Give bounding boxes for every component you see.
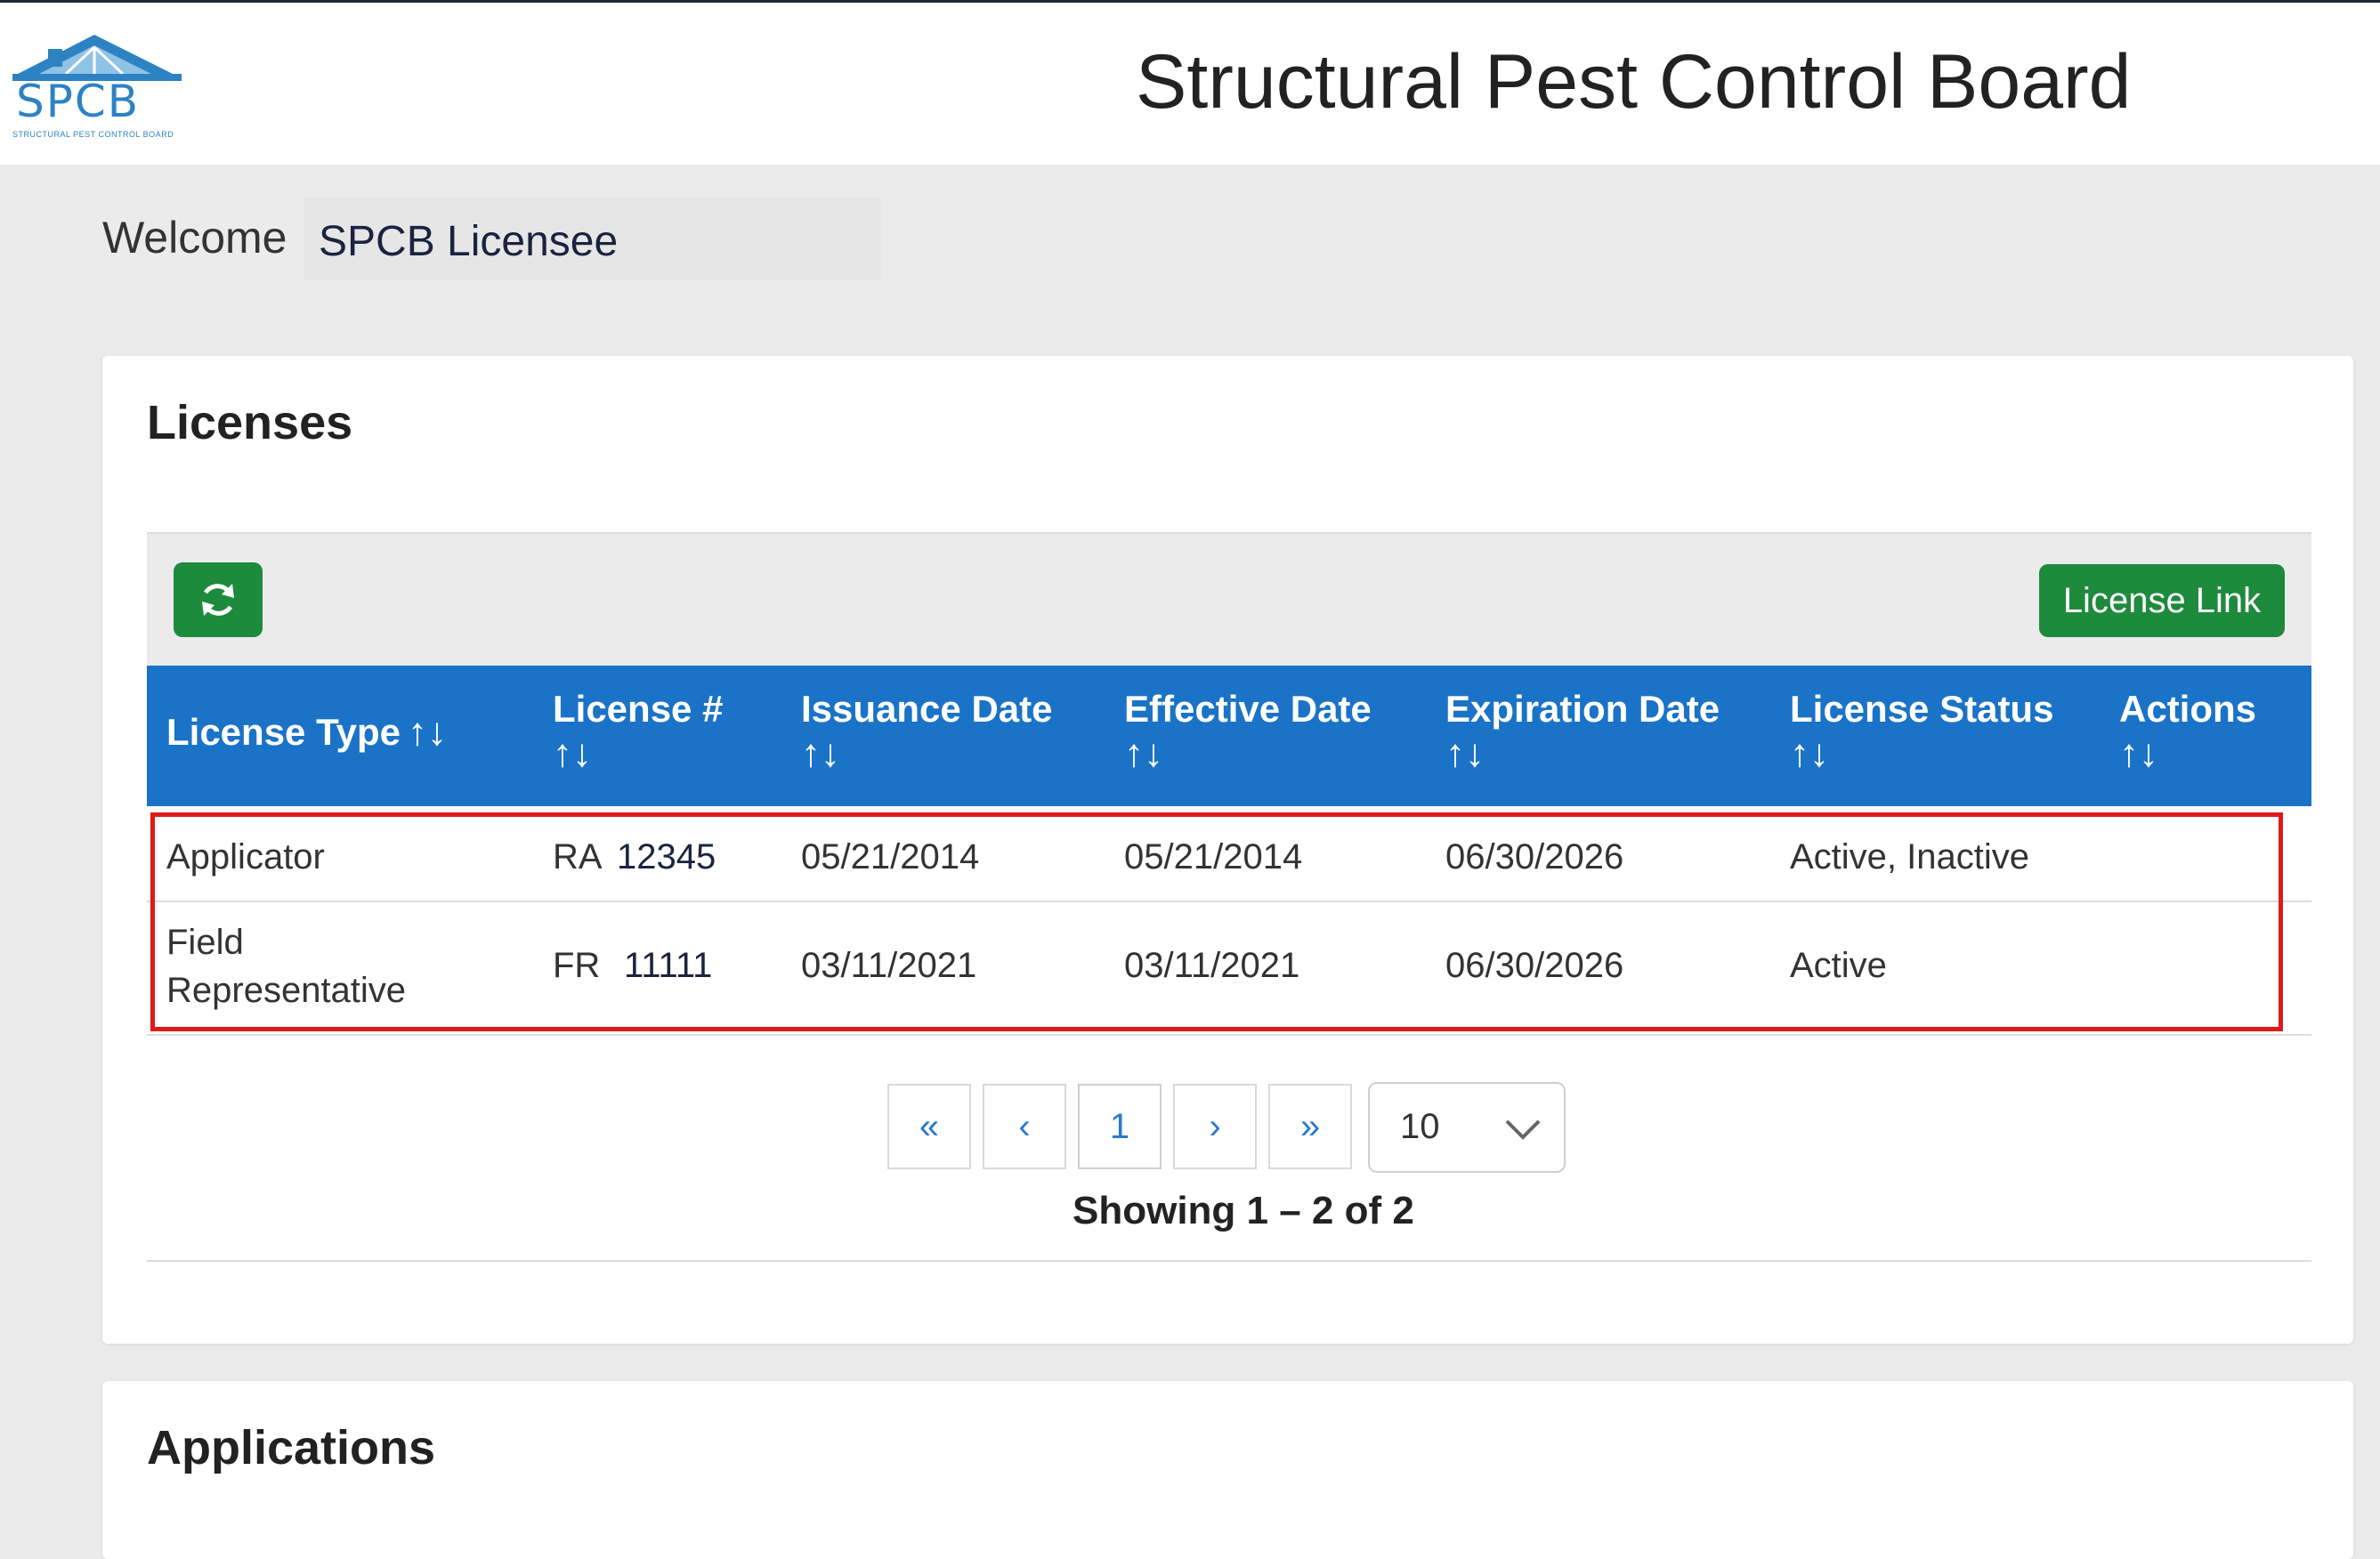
welcome-user-name: SPCB Licensee [319, 218, 619, 265]
next-page-button[interactable]: › [1173, 1084, 1257, 1169]
logo-roof-icon [12, 35, 182, 81]
divider [147, 1260, 2311, 1262]
site-title: Structural Pest Control Board [1136, 39, 2132, 125]
applications-card: Applications [102, 1381, 2353, 1559]
column-header-license-number[interactable]: License # ↑↓ [553, 687, 723, 776]
sort-icon: ↑↓ [801, 731, 840, 775]
licenses-title: Licenses [147, 396, 353, 449]
sort-icon: ↑↓ [2119, 731, 2158, 775]
column-label: Issuance Date [801, 688, 1053, 730]
column-header-issuance-date[interactable]: Issuance Date ↑↓ [801, 687, 1052, 776]
page-size-select[interactable]: 10 [1368, 1082, 1566, 1173]
column-header-license-status[interactable]: License Status ↑↓ [1790, 687, 2053, 776]
logo-tagline: STRUCTURAL PEST CONTROL BOARD [12, 130, 174, 139]
sort-icon: ↑↓ [1445, 731, 1485, 775]
first-page-button[interactable]: « [887, 1084, 971, 1169]
license-link-button[interactable]: License Link [2039, 564, 2285, 637]
last-page-button[interactable]: » [1268, 1084, 1352, 1169]
pagination-summary: Showing 1 – 2 of 2 [1073, 1189, 1414, 1232]
column-label: License Status [1790, 688, 2054, 730]
welcome-user-box: SPCB Licensee [304, 198, 881, 279]
logo-abbreviation: SPCB [16, 76, 141, 127]
page-1-button[interactable]: 1 [1078, 1084, 1162, 1169]
column-header-expiration-date[interactable]: Expiration Date ↑↓ [1445, 687, 1720, 776]
page-size-value: 10 [1400, 1107, 1440, 1146]
column-label: Actions [2119, 688, 2257, 730]
column-header-license-type[interactable]: License Type ↑↓ [166, 710, 447, 755]
licenses-table-header: License Type ↑↓ License # ↑↓ Issuance Date… [147, 666, 2311, 806]
spcb-logo[interactable]: SPCB STRUCTURAL PEST CONTROL BOARD [12, 29, 199, 145]
chevron-down-icon [1505, 1119, 1541, 1140]
sort-icon: ↑↓ [408, 710, 447, 754]
refresh-button[interactable] [174, 562, 263, 637]
welcome-label: Welcome [102, 213, 287, 263]
column-header-actions[interactable]: Actions ↑↓ [2119, 687, 2256, 776]
column-header-effective-date[interactable]: Effective Date ↑↓ [1124, 687, 1372, 776]
column-label: Effective Date [1124, 688, 1372, 730]
column-label: License # [553, 688, 724, 730]
column-label: License Type [166, 711, 401, 753]
sort-icon: ↑↓ [1124, 731, 1163, 775]
highlight-box [150, 812, 2283, 1031]
sort-icon: ↑↓ [553, 731, 592, 775]
site-header: SPCB STRUCTURAL PEST CONTROL BOARD Struc… [0, 3, 2380, 165]
sort-icon: ↑↓ [1790, 731, 1829, 775]
applications-title: Applications [147, 1421, 436, 1474]
previous-page-button[interactable]: ‹ [983, 1084, 1066, 1169]
column-label: Expiration Date [1445, 688, 1720, 730]
licenses-toolbar: License Link [147, 532, 2311, 667]
refresh-icon [202, 584, 234, 616]
